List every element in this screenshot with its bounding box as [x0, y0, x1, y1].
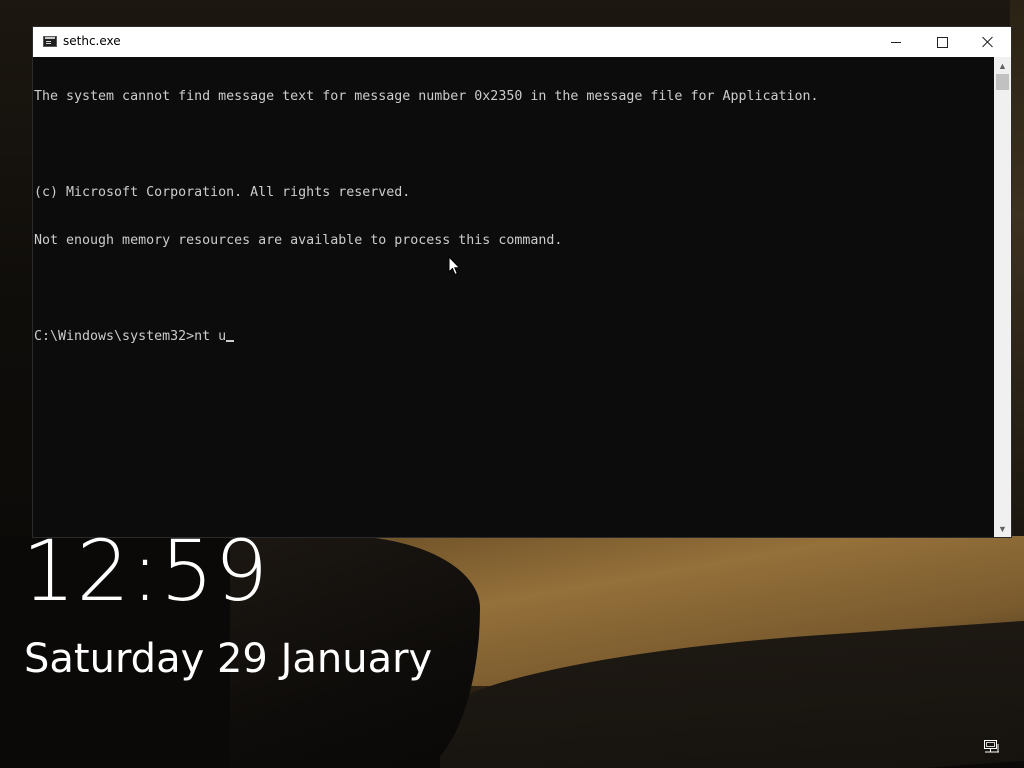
- console-icon: [43, 36, 57, 47]
- close-icon: [982, 36, 994, 48]
- background-cliff: [1010, 0, 1024, 540]
- close-button[interactable]: [965, 27, 1011, 57]
- lock-screen: sethc.exe The system cannot find message…: [0, 0, 1024, 768]
- console-line: The system cannot find message text for …: [34, 89, 819, 104]
- lock-screen-date: Saturday 29 January: [24, 636, 433, 682]
- console-line: (c) Microsoft Corporation. All rights re…: [34, 185, 411, 200]
- title-bar[interactable]: sethc.exe: [33, 27, 1011, 57]
- window-title: sethc.exe: [63, 34, 121, 48]
- console-line: Not enough memory resources are availabl…: [34, 233, 563, 248]
- command-input[interactable]: C:\Windows\system32>nt u: [34, 329, 226, 344]
- console-output[interactable]: The system cannot find message text for …: [34, 57, 992, 537]
- network-icon[interactable]: [983, 739, 1001, 755]
- maximize-icon: [936, 36, 948, 48]
- console-window[interactable]: sethc.exe The system cannot find message…: [33, 27, 1011, 537]
- scroll-up-icon[interactable]: ▲: [994, 57, 1011, 74]
- mouse-pointer-icon: [448, 256, 461, 276]
- command-prompt-line[interactable]: C:\Windows\system32>nt u: [34, 329, 992, 345]
- lock-screen-time: 12:59: [22, 522, 270, 620]
- vertical-scrollbar[interactable]: ▲ ▼: [994, 57, 1011, 537]
- minimize-button[interactable]: [873, 27, 919, 57]
- maximize-button[interactable]: [919, 27, 965, 57]
- text-cursor: [226, 340, 235, 342]
- scroll-down-icon[interactable]: ▼: [994, 520, 1011, 537]
- scroll-thumb[interactable]: [996, 74, 1009, 90]
- minimize-icon: [891, 41, 901, 43]
